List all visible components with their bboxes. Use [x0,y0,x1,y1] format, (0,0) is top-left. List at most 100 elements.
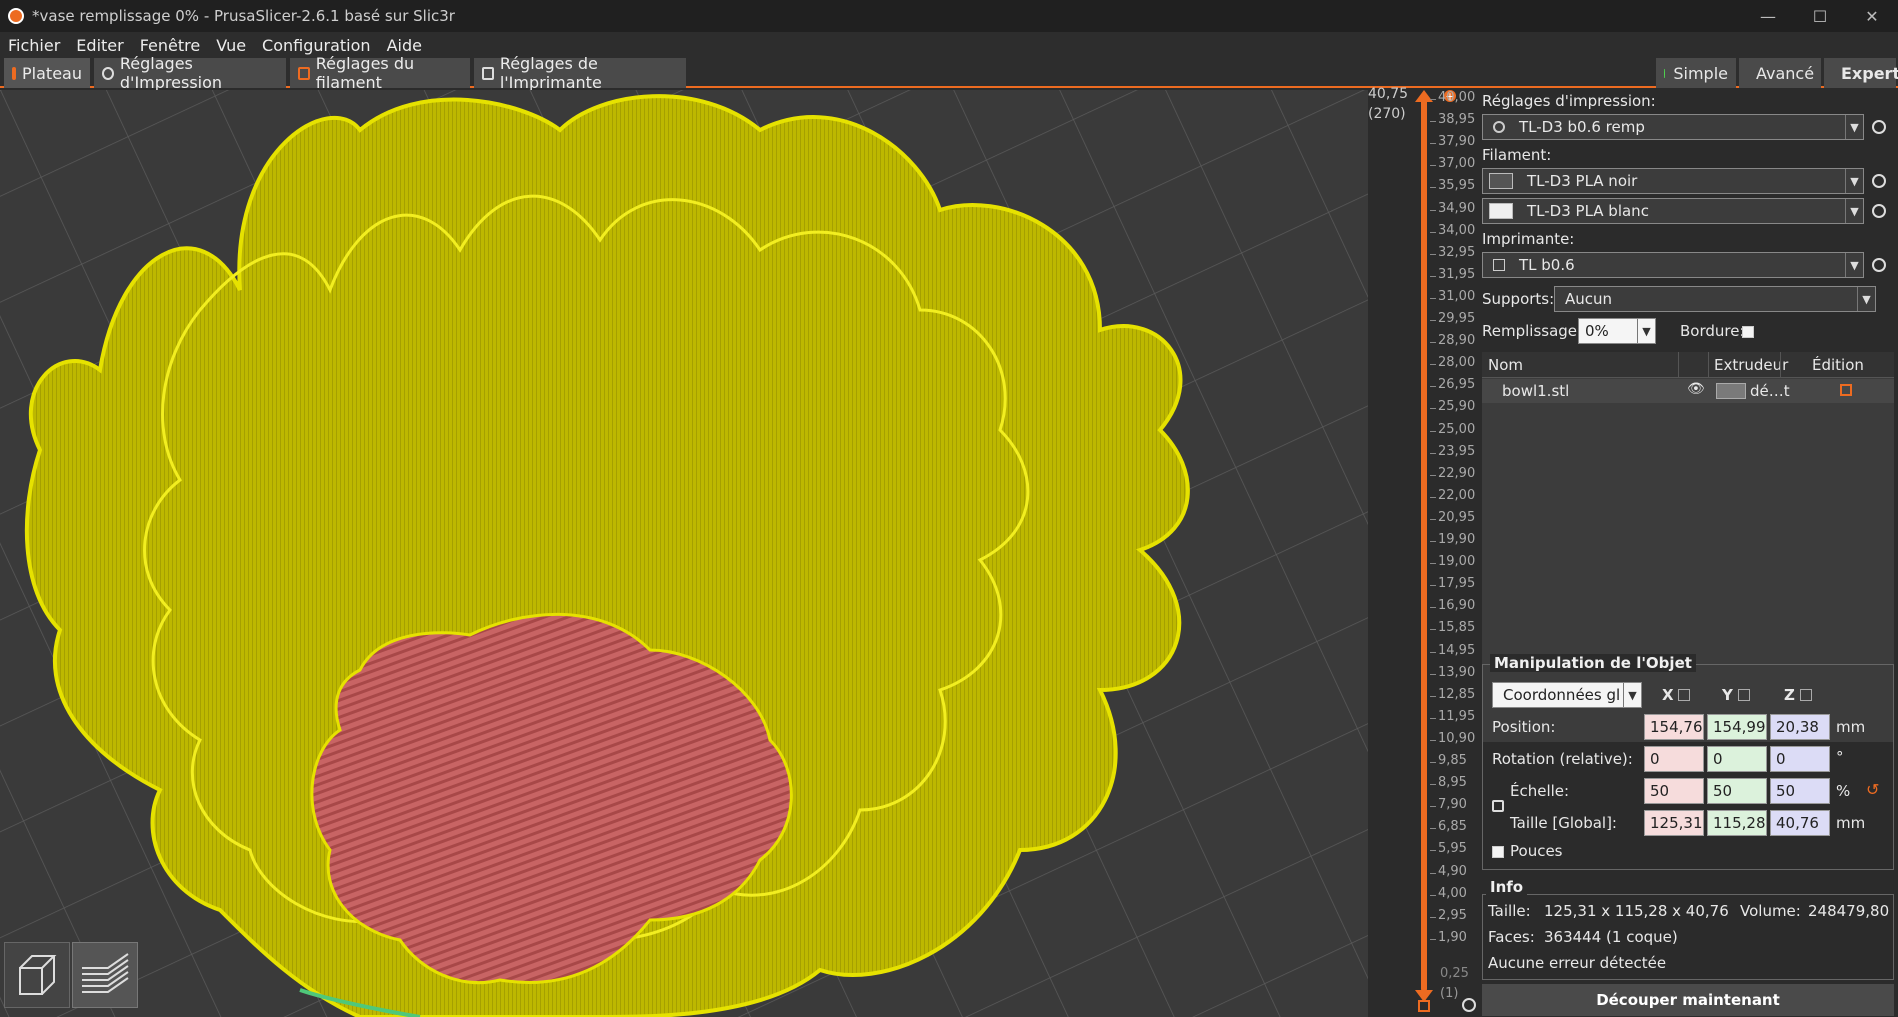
brim-checkbox[interactable] [1742,326,1754,338]
slider-tick-mark [1430,850,1436,852]
slider-tick-label: 8,95 [1438,775,1467,791]
slider-tick-label: 25,00 [1438,421,1476,437]
slider-tick-label: 11,95 [1438,708,1476,724]
mode-expert[interactable]: Expert [1824,58,1898,88]
tab-label: Réglages d'Impression [119,54,223,92]
slider-tick-mark [1430,651,1436,653]
print-settings-combo[interactable]: TL-D3 b0.6 remp ▼ [1482,114,1864,140]
menu-fenetre[interactable]: Fenêtre [132,36,209,55]
slider-tick-mark [1430,275,1436,277]
mode-label: Simple [1673,63,1728,83]
slider-tick-mark [1430,231,1436,233]
slider-tick-label: 34,90 [1438,200,1476,216]
slider-tick-mark [1430,187,1436,189]
slider-tick-label: 26,95 [1438,377,1476,393]
tab-printer-settings[interactable]: Réglages de l'Imprimante [474,54,686,92]
filament-combo-2[interactable]: TL-D3 PLA blanc ▼ [1482,198,1864,224]
slider-tick-label: 37,00 [1438,156,1476,172]
mode-label: Avancé [1756,63,1815,83]
slider-tick-label: 10,90 [1438,730,1476,746]
header-extruder[interactable]: Extrudeur [1714,356,1788,374]
printer-combo[interactable]: TL b0.6 ▼ [1482,252,1864,278]
slider-tick-mark [1430,563,1436,565]
combo-value: TL-D3 b0.6 remp [1519,118,1645,136]
slider-tick-label: 37,90 [1438,134,1476,150]
layer-slider[interactable]: 40,75 (270) + 40,00 38,95 37,90 37,00 35,95 3… [1368,86,1478,1017]
tab-plateau[interactable]: Plateau [4,58,90,88]
slider-tick-mark [1430,806,1436,808]
combo-value: 0% [1585,322,1609,340]
close-button[interactable]: ✕ [1846,0,1898,32]
tab-label: Réglages de l'Imprimante [499,54,602,92]
tab-label: Plateau [22,63,82,83]
edit-preset-icon[interactable] [1872,204,1886,218]
color-swatch-icon [1489,203,1513,219]
slider-tick-label: 2,95 [1438,907,1467,923]
color-swatch-icon [1489,173,1513,189]
object-extruder[interactable]: dé…t [1750,382,1790,400]
slider-tick-label: 25,90 [1438,399,1476,415]
slider-tick-label: 32,95 [1438,244,1476,260]
slider-tick-mark [1430,916,1436,918]
menu-aide[interactable]: Aide [379,36,430,55]
slice-now-button[interactable]: Découper maintenant [1482,984,1894,1016]
slider-tick-label: 28,00 [1438,355,1476,371]
slider-tick-label: 4,00 [1438,885,1467,901]
slider-tick-label: 31,00 [1438,288,1476,304]
object-list[interactable]: Nom Extrudeur Édition bowl1.stl 👁 dé…t [1482,352,1894,742]
slider-tick-label: 17,95 [1438,576,1476,592]
chevron-down-icon: ▼ [1845,115,1863,139]
mode-advanced[interactable]: Avancé [1739,58,1821,88]
infill-combo[interactable]: 0% ▼ [1578,318,1656,344]
combo-value: Aucun [1565,290,1613,308]
slider-tick-label: 19,00 [1438,554,1476,570]
chevron-down-icon: ▼ [1637,319,1655,343]
combo-value: TL-D3 PLA blanc [1527,202,1649,220]
minimize-button[interactable]: — [1742,0,1794,32]
supports-combo[interactable]: Aucun ▼ [1554,286,1876,312]
tab-print-settings[interactable]: Réglages d'Impression [94,54,286,92]
slider-tick-mark [1430,253,1436,255]
preview-layers-button[interactable] [72,942,138,1008]
slider-tick-label: 22,90 [1438,465,1476,481]
edit-icon[interactable] [1840,384,1852,396]
slider-tick-label: 13,90 [1438,664,1476,680]
slider-tick-label: 29,95 [1438,311,1476,326]
slider-tick-label: 34,00 [1438,222,1476,238]
edit-preset-icon[interactable] [1872,258,1886,272]
spool-icon [298,66,310,80]
slider-bottom-value: 0,25 [1440,966,1469,981]
tab-filament-settings[interactable]: Réglages du filament [290,54,470,92]
menu-configuration[interactable]: Configuration [254,36,379,55]
slider-tick-mark [1430,297,1436,299]
slider-tick-mark [1430,342,1436,344]
tab-label: Réglages du filament [315,54,415,92]
header-edit[interactable]: Édition [1812,356,1864,374]
maximize-button[interactable]: ☐ [1794,0,1846,32]
gear-icon[interactable] [1462,998,1476,1012]
slider-top-layer: (270) [1368,106,1406,122]
filament-label: Filament: [1482,146,1552,164]
mode-simple[interactable]: Simple [1656,58,1736,88]
slider-tick-label: 1,90 [1438,929,1467,945]
view-3d-button[interactable] [4,942,70,1008]
slider-tick-label: 28,90 [1438,333,1476,349]
slider-tick-label: 31,95 [1438,266,1476,282]
edit-preset-icon[interactable] [1872,120,1886,134]
slider-tick-mark [1430,386,1436,388]
mode-label: Expert [1841,63,1898,83]
lock-icon[interactable] [1418,1000,1430,1012]
filament-combo-1[interactable]: TL-D3 PLA noir ▼ [1482,168,1864,194]
edit-preset-icon[interactable] [1872,174,1886,188]
header-name[interactable]: Nom [1488,356,1523,374]
slider-tick-label: 9,85 [1438,753,1467,768]
slider-tick-mark [1430,762,1436,763]
menu-fichier[interactable]: Fichier [0,36,68,55]
slider-tick-mark [1430,717,1436,719]
slider-top-thumb[interactable] [1415,90,1433,102]
combo-value: TL b0.6 [1519,256,1575,274]
3d-viewport[interactable] [0,90,1368,1017]
eye-icon[interactable]: 👁 [1687,381,1705,397]
menu-editer[interactable]: Editer [68,36,131,55]
menu-vue[interactable]: Vue [208,36,254,55]
